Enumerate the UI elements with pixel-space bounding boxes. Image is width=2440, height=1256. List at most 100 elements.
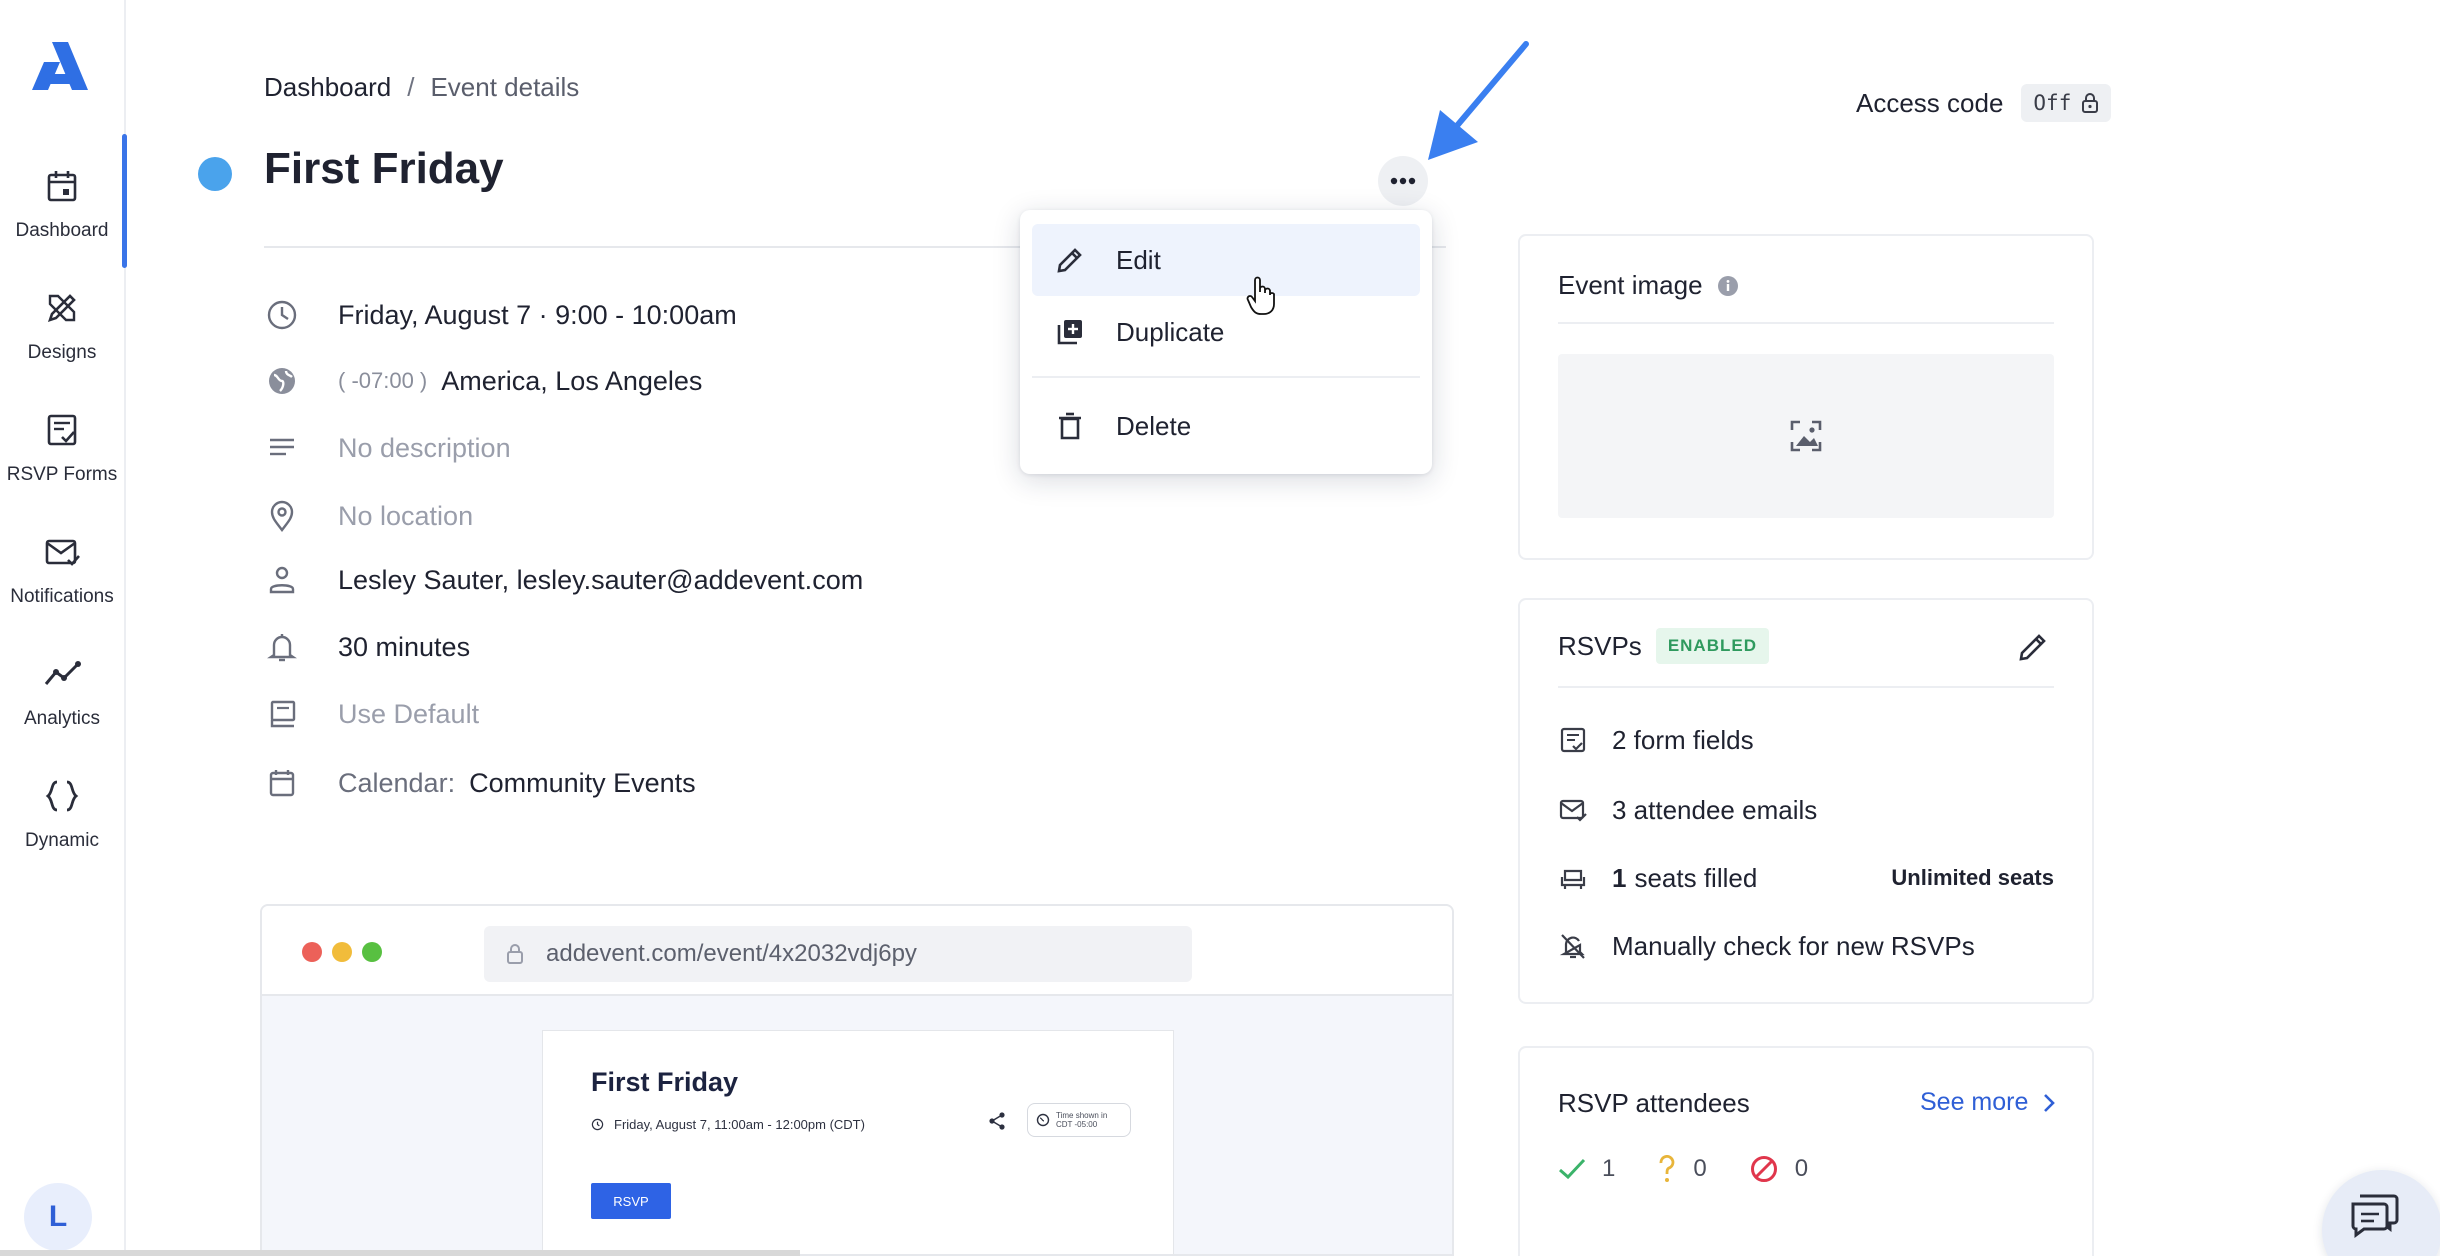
calendar-icon bbox=[47, 171, 77, 202]
breadcrumb-current: Event details bbox=[430, 72, 580, 102]
page-title: First Friday bbox=[264, 144, 504, 193]
bell-icon bbox=[267, 634, 297, 662]
menu-item-label: Edit bbox=[1116, 244, 1161, 275]
window-maximize-dot bbox=[362, 942, 382, 962]
rsvp-seats-label: seats filled bbox=[1634, 862, 1758, 893]
event-calendar-label: Calendar: bbox=[338, 767, 456, 798]
info-icon[interactable] bbox=[1717, 275, 1739, 297]
sidebar-item-analytics[interactable]: Analytics bbox=[0, 654, 124, 766]
card-divider bbox=[1558, 686, 2054, 688]
prohibited-icon bbox=[1750, 1156, 1777, 1182]
preview-url-text: addevent.com/event/4x2032vdj6py bbox=[546, 940, 917, 967]
rsvp-attendees-card: RSVP attendees See more 1 0 0 bbox=[1518, 1046, 2094, 1256]
email-icon bbox=[1559, 799, 1587, 822]
rsvp-seats: 1 seats filled Unlimited seats bbox=[1558, 858, 2054, 898]
sidebar-item-dynamic[interactable]: Dynamic bbox=[0, 776, 124, 888]
sidebar-item-label: Notifications bbox=[10, 586, 114, 607]
form-fields-icon bbox=[1560, 727, 1586, 753]
event-description: No description bbox=[264, 428, 511, 468]
preview-event-title: First Friday bbox=[591, 1067, 739, 1097]
rsvp-manual-check: Manually check for new RSVPs bbox=[1558, 926, 2054, 966]
rsvp-seats-count: 1 bbox=[1612, 862, 1627, 893]
sidebar-item-dashboard[interactable]: Dashboard bbox=[0, 134, 127, 278]
analytics-icon bbox=[44, 661, 81, 685]
lock-icon bbox=[507, 944, 523, 964]
clock-icon bbox=[267, 300, 297, 330]
notifications-icon bbox=[45, 539, 80, 566]
event-image-heading: Event image bbox=[1558, 270, 1739, 301]
pencil-icon[interactable] bbox=[2016, 630, 2050, 664]
chat-icon bbox=[2351, 1194, 2399, 1238]
template-icon bbox=[270, 700, 296, 728]
window-scrollbar[interactable] bbox=[0, 1250, 800, 1256]
sidebar-item-label: Designs bbox=[27, 342, 97, 363]
sidebar-item-label: Dashboard bbox=[15, 220, 109, 241]
event-calendar-value: Community Events bbox=[469, 767, 696, 798]
rsvp-form-fields[interactable]: 2 form fields bbox=[1558, 720, 2054, 760]
attending-count-value: 1 bbox=[1602, 1155, 1616, 1182]
sidebar: Dashboard Designs RSVP Forms Notificatio… bbox=[0, 0, 127, 1256]
event-image-title: Event image bbox=[1558, 270, 1703, 300]
menu-item-edit[interactable]: Edit bbox=[1032, 224, 1420, 296]
lock-icon bbox=[2082, 93, 2099, 113]
sidebar-item-label: Analytics bbox=[23, 708, 101, 729]
event-location: No location bbox=[264, 496, 473, 536]
chevron-right-icon bbox=[2044, 1093, 2056, 1112]
window-close-dot bbox=[302, 942, 322, 962]
event-datetime: Friday, August 7 · 9:00 - 10:00am bbox=[264, 295, 737, 335]
breadcrumb-dashboard-link[interactable]: Dashboard bbox=[264, 72, 391, 103]
description-icon bbox=[270, 438, 294, 456]
access-code-label: Access code bbox=[1856, 87, 2004, 118]
access-code-value: Off bbox=[2033, 91, 2072, 115]
calendar-icon bbox=[269, 770, 295, 797]
designs-icon bbox=[47, 294, 76, 323]
preview-timezone-line2: CDT -05:00 bbox=[1056, 1120, 1098, 1129]
sidebar-item-designs[interactable]: Designs bbox=[0, 288, 124, 400]
event-image-card: Event image bbox=[1518, 234, 2094, 560]
menu-item-delete[interactable]: Delete bbox=[1032, 390, 1420, 462]
event-organizer-text: Lesley Sauter, lesley.sauter@addevent.co… bbox=[338, 564, 864, 595]
event-timezone-text: America, Los Angeles bbox=[441, 365, 703, 396]
see-more-link[interactable]: See more bbox=[1920, 1088, 2056, 1117]
trash-icon bbox=[1059, 412, 1081, 440]
maybe-count: 0 bbox=[1657, 1155, 1707, 1183]
event-tz-offset: ( -07:00 ) bbox=[338, 368, 428, 393]
rsvps-card: RSVPs ENABLED 2 form fields 3 attendee e… bbox=[1518, 598, 2094, 1004]
event-color-dot bbox=[198, 157, 232, 191]
event-reminder: 30 minutes bbox=[264, 627, 470, 667]
rsvp-seats-limit: Unlimited seats bbox=[1891, 865, 2054, 890]
preview-url-bar[interactable]: addevent.com/event/4x2032vdj6py bbox=[484, 926, 1192, 982]
see-more-label: See more bbox=[1920, 1088, 2029, 1116]
access-code-toggle[interactable]: Off bbox=[2021, 84, 2112, 122]
event-datetime-text: Friday, August 7 · 9:00 - 10:00am bbox=[338, 299, 737, 330]
more-horizontal-icon bbox=[1390, 177, 1416, 185]
seat-icon bbox=[1560, 869, 1586, 889]
event-image-upload[interactable] bbox=[1558, 354, 2054, 518]
sidebar-item-notifications[interactable]: Notifications bbox=[0, 532, 124, 644]
maybe-count-value: 0 bbox=[1693, 1155, 1707, 1182]
rsvp-form-fields-text: 2 form fields bbox=[1612, 724, 1754, 755]
event-calendar: Calendar: Community Events bbox=[264, 763, 696, 803]
bell-off-icon bbox=[1559, 934, 1585, 959]
braces-icon bbox=[45, 780, 79, 812]
declined-count-value: 0 bbox=[1794, 1155, 1809, 1182]
person-icon bbox=[269, 566, 295, 594]
rsvps-title: RSVPs bbox=[1558, 630, 1642, 661]
rsvp-attendee-emails[interactable]: 3 attendee emails bbox=[1558, 790, 2054, 830]
access-code: Access code Off bbox=[1856, 84, 2112, 122]
avatar[interactable]: L bbox=[24, 1183, 92, 1251]
rsvp-attendee-emails-text: 3 attendee emails bbox=[1612, 794, 1818, 825]
rsvp-attendees-heading: RSVP attendees bbox=[1558, 1088, 1750, 1119]
rsvp-forms-icon bbox=[47, 414, 77, 446]
event-template: Use Default bbox=[264, 694, 479, 734]
menu-item-duplicate[interactable]: Duplicate bbox=[1032, 296, 1420, 368]
sidebar-item-rsvp-forms[interactable]: RSVP Forms bbox=[0, 410, 124, 522]
attendee-counts: 1 0 0 bbox=[1558, 1154, 1850, 1184]
preview-rsvp-button: RSVP bbox=[591, 1183, 671, 1219]
globe-icon bbox=[1036, 1113, 1050, 1127]
addevent-logo[interactable] bbox=[30, 38, 90, 94]
chat-support-button[interactable] bbox=[2322, 1170, 2440, 1256]
annotation-arrow-icon bbox=[1428, 41, 1529, 160]
share-icon bbox=[989, 1112, 1005, 1130]
globe-icon bbox=[269, 368, 295, 394]
